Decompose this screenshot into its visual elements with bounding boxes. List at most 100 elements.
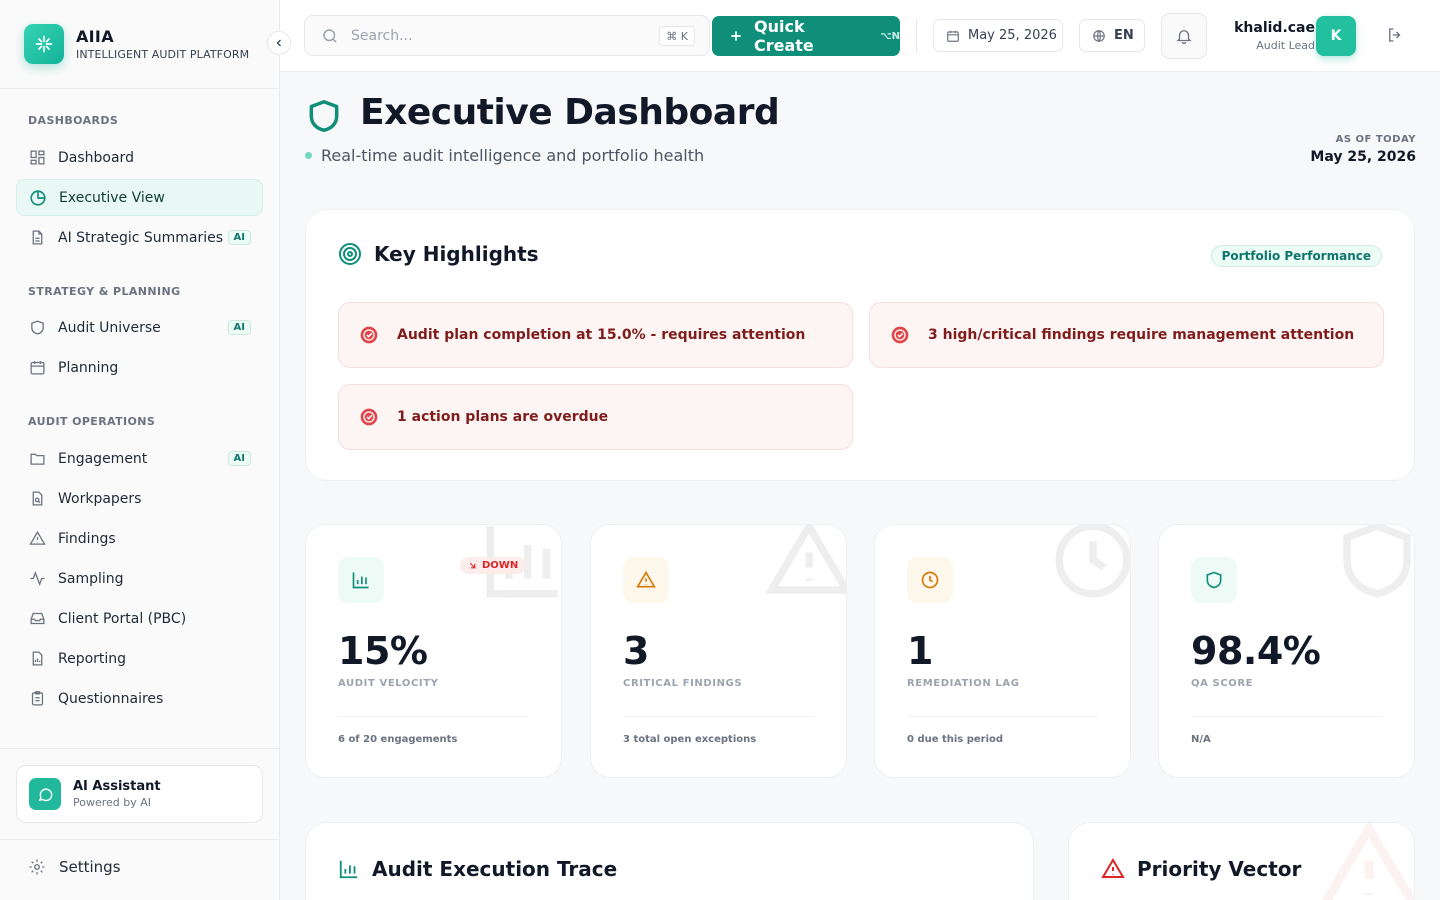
search-shortcut: ⌘ K [659,26,695,46]
brand-subtitle: INTELLIGENT AUDIT PLATFORM [76,48,250,61]
divider [0,748,279,749]
ai-badge: AI [227,451,251,466]
divider [1191,716,1382,717]
sidebar-item-executive-view[interactable]: Executive View [16,179,263,216]
trend-label: DOWN [482,560,519,571]
sidebar: AIIA INTELLIGENT AUDIT PLATFORM DASHBOAR… [0,0,280,900]
sidebar-item-dashboard[interactable]: Dashboard [16,139,263,176]
search-icon [321,27,339,45]
alert-check-icon [359,325,379,345]
user-role: Audit Lead [1256,39,1315,52]
highlights-title: Key Highlights [374,242,539,266]
highlight-alert[interactable]: 1 action plans are overdue [338,384,853,450]
brand[interactable]: AIIA INTELLIGENT AUDIT PLATFORM [24,24,249,64]
collapse-sidebar-button[interactable] [267,31,291,55]
highlight-alert[interactable]: Audit plan completion at 15.0% - require… [338,302,853,368]
sidebar-item-questionnaires[interactable]: Questionnaires [16,680,263,717]
alert-text: 1 action plans are overdue [397,409,609,425]
quick-create-label: Quick Create [754,17,814,55]
document-icon [28,229,46,247]
divider [0,839,279,840]
warning-watermark-icon [764,525,846,609]
ai-assistant-button[interactable]: AI Assistant Powered by AI [16,765,263,823]
sidebar-item-workpapers[interactable]: Workpapers [16,480,263,517]
settings-label: Settings [59,858,121,876]
sidebar-item-sampling[interactable]: Sampling [16,560,263,597]
file-search-icon [28,490,46,508]
shield-icon [305,96,343,140]
as-of-label: AS OF TODAY [1335,134,1416,145]
logout-icon [1386,26,1404,44]
warning-icon [28,530,46,548]
sidebar-item-label: Audit Universe [58,319,161,336]
gear-icon [28,858,46,876]
sidebar-item-label: Planning [58,359,119,376]
quick-create-button[interactable]: Quick Create ⌥N [712,16,900,56]
panel-title: Audit Execution Trace [372,857,618,881]
plus-icon [728,28,744,44]
language-selector[interactable]: EN [1079,19,1145,52]
kpi-footer: 0 due this period [907,734,1004,745]
sidebar-item-label: AI Strategic Summaries [58,229,224,246]
sidebar-item-label: Reporting [58,650,127,667]
warning-watermark-icon [1314,823,1414,900]
kpi-value: 15% [338,629,428,673]
kpi-card-critical-findings[interactable]: 3 CRITICAL FINDINGS 3 total open excepti… [590,524,847,778]
sidebar-item-planning[interactable]: Planning [16,349,263,386]
audit-execution-trace-card: Audit Execution Trace [305,822,1034,900]
subtitle-text: Real-time audit intelligence and portfol… [321,146,705,165]
divider [907,716,1098,717]
sidebar-item-label: Executive View [59,189,165,206]
report-icon [28,650,46,668]
folder-icon [28,450,46,468]
trend-down-badge: DOWN [460,557,527,574]
globe-icon [1092,29,1106,43]
bar-chart-icon [338,557,384,603]
alert-text: 3 high/critical findings require managem… [928,327,1355,343]
sidebar-item-findings[interactable]: Findings [16,520,263,557]
notifications-button[interactable] [1161,13,1207,59]
nav-section-strategy: STRATEGY & PLANNING [28,285,181,298]
as-of-value: May 25, 2026 [1310,149,1416,165]
sidebar-item-reporting[interactable]: Reporting [16,640,263,677]
kpi-label: AUDIT VELOCITY [338,678,439,689]
ai-badge: AI [227,230,251,245]
warning-icon [1101,857,1125,881]
status-dot [305,152,312,159]
sidebar-item-client-portal[interactable]: Client Portal (PBC) [16,600,263,637]
quick-create-shortcut: ⌥N [880,30,900,42]
topbar: Search... ⌘ K Quick Create ⌥N May 25, 20… [280,0,1440,72]
kpi-card-qa-score[interactable]: 98.4% QA SCORE N/A [1158,524,1415,778]
panel-title: Priority Vector [1137,857,1302,881]
assistant-subtitle: Powered by AI [73,796,152,809]
date-picker[interactable]: May 25, 2026 [933,19,1063,52]
alert-check-icon [890,325,910,345]
shield-watermark-icon [1332,525,1414,609]
kpi-footer: 6 of 20 engagements [338,734,458,745]
brand-name: AIIA [76,27,114,46]
search-input[interactable]: Search... ⌘ K [304,15,710,56]
kpi-card-remediation-lag[interactable]: 1 REMEDIATION LAG 0 due this period [874,524,1131,778]
sidebar-item-ai-strategic-summaries[interactable]: AI Strategic Summaries AI [16,219,263,256]
search-placeholder: Search... [351,27,413,44]
highlight-alert[interactable]: 3 high/critical findings require managem… [869,302,1384,368]
key-highlights-card: Key Highlights Portfolio Performance Aud… [305,209,1415,481]
alert-text: Audit plan completion at 15.0% - require… [397,327,806,343]
sidebar-item-engagement[interactable]: Engagement AI [16,440,263,477]
sidebar-item-audit-universe[interactable]: Audit Universe AI [16,309,263,346]
divider [0,88,279,89]
kpi-footer: N/A [1191,734,1211,745]
ai-badge: AI [227,320,251,335]
sidebar-item-label: Sampling [58,570,124,587]
avatar[interactable]: K [1316,16,1356,56]
bar-chart-icon [338,858,360,880]
user-menu[interactable]: khalid.cae Audit Lead [1234,20,1315,52]
grid-icon [28,149,46,167]
settings-link[interactable]: Settings [28,858,121,876]
shield-icon [1191,557,1237,603]
kpi-value: 98.4% [1191,629,1321,673]
logout-button[interactable] [1386,26,1404,44]
date-value: May 25, 2026 [968,28,1057,43]
kpi-card-audit-velocity[interactable]: DOWN 15% AUDIT VELOCITY 6 of 20 engageme… [305,524,562,778]
inbox-icon [28,610,46,628]
